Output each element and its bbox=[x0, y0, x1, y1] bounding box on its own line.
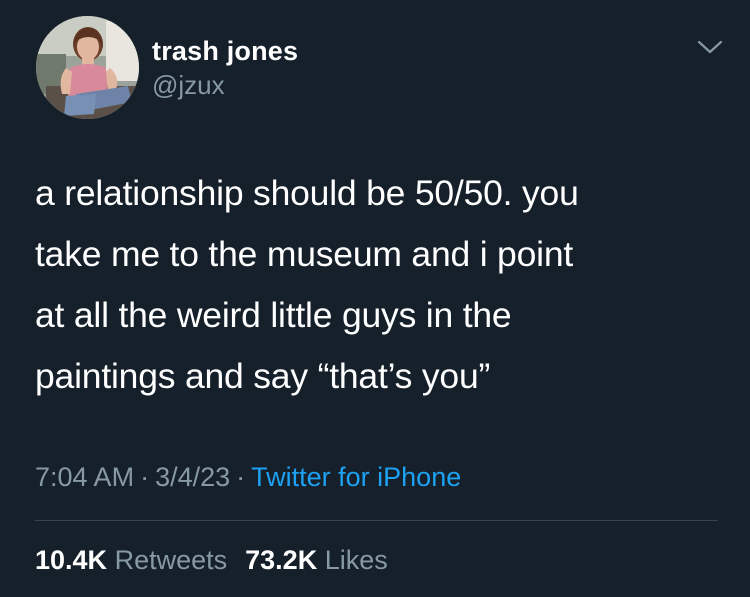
divider bbox=[35, 520, 718, 521]
likes-count: 73.2K bbox=[245, 545, 318, 575]
avatar[interactable] bbox=[36, 16, 139, 119]
retweets-label: Retweets bbox=[114, 545, 228, 575]
tweet-date[interactable]: 3/4/23 bbox=[155, 462, 230, 492]
tweet-stats: 10.4K Retweets 73.2K Likes bbox=[35, 541, 388, 579]
tweet-header: trash jones @jzux bbox=[36, 16, 726, 121]
meta-separator: · bbox=[236, 462, 246, 492]
tweet-text: a relationship should be 50/50. you take… bbox=[35, 163, 725, 407]
tweet-source-link[interactable]: Twitter for iPhone bbox=[251, 462, 461, 492]
tweet-metadata: 7:04 AM · 3/4/23 · Twitter for iPhone bbox=[35, 458, 461, 496]
likes-stat[interactable]: 73.2K Likes bbox=[245, 545, 388, 575]
chevron-down-icon[interactable] bbox=[696, 36, 724, 58]
tweet-time[interactable]: 7:04 AM bbox=[35, 462, 134, 492]
user-handle[interactable]: @jzux bbox=[152, 68, 298, 102]
tweet-text-line: at all the weird little guys in the bbox=[35, 295, 512, 335]
tweet-text-line: a relationship should be 50/50. you bbox=[35, 173, 579, 213]
tweet-text-line: take me to the museum and i point bbox=[35, 234, 574, 274]
retweets-stat[interactable]: 10.4K Retweets bbox=[35, 545, 227, 575]
meta-separator: · bbox=[140, 462, 150, 492]
tweet-text-line: paintings and say “that’s you” bbox=[35, 356, 491, 396]
likes-label: Likes bbox=[324, 545, 388, 575]
avatar-photo bbox=[36, 16, 139, 119]
display-name[interactable]: trash jones bbox=[152, 34, 298, 68]
retweets-count: 10.4K bbox=[35, 545, 108, 575]
author-names: trash jones @jzux bbox=[152, 34, 298, 102]
